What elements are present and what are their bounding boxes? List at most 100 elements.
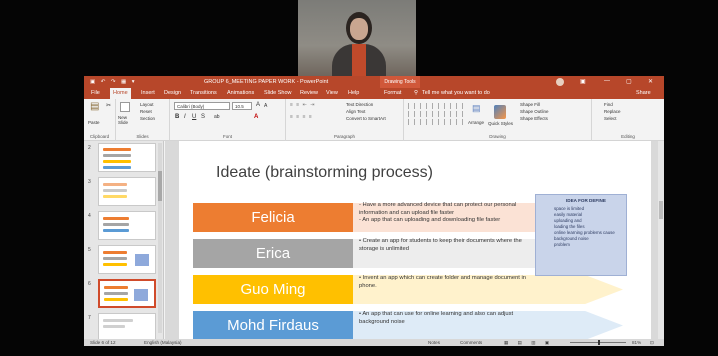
cut-icon[interactable]: ✂ — [106, 102, 111, 109]
quick-access-toolbar[interactable]: ▣ ↶ ↷ ▦ ▾ — [90, 79, 136, 85]
idea-for-define-callout[interactable]: IDEA FOR DEFINE space is limited easily … — [535, 194, 627, 276]
fit-slide-icon[interactable]: ⊡ — [650, 340, 654, 346]
slide-scrollbar[interactable] — [658, 141, 664, 339]
tab-design[interactable]: Design — [164, 90, 181, 96]
tab-animations[interactable]: Animations — [227, 90, 254, 96]
shape-fill-button[interactable]: Shape Fill — [520, 102, 540, 107]
shape-outline-button[interactable]: Shape Outline — [520, 109, 549, 114]
text-direction-button[interactable]: Text Direction — [346, 102, 373, 107]
highlight-button[interactable]: ab — [214, 114, 220, 120]
tell-me-input[interactable]: Tell me what you want to do — [422, 90, 490, 96]
idea-line: • Invent an app which can create folder … — [359, 275, 527, 281]
thumbnail-slide-2[interactable]: 2 — [88, 143, 162, 173]
align-text-button[interactable]: Align Text — [346, 109, 365, 114]
quick-styles-icon[interactable] — [494, 105, 506, 119]
thumbnail-number: 2 — [88, 145, 91, 151]
slide-title[interactable]: Ideate (brainstorming process) — [216, 164, 433, 182]
zoom-slider[interactable] — [570, 340, 626, 345]
strikethrough-button[interactable]: S — [201, 114, 205, 120]
list-buttons-icon[interactable]: ≡ ≡ ⇤ ⇥ — [290, 102, 315, 108]
layout-button[interactable]: Layout — [140, 102, 154, 107]
thumbnail-image[interactable] — [98, 211, 156, 240]
font-name-select[interactable]: Calibri (Body) — [174, 102, 230, 110]
maximize-icon[interactable]: ▢ — [626, 78, 632, 85]
arrange-icon[interactable]: ▤ — [472, 103, 481, 114]
close-icon[interactable]: ✕ — [648, 78, 653, 85]
felicia-name-box[interactable]: Felicia — [193, 203, 353, 232]
tab-view[interactable]: View — [326, 90, 338, 96]
share-button[interactable]: Share — [636, 90, 651, 96]
thumbnail-image[interactable] — [98, 245, 156, 274]
slide-thumbnails-pane: 2 3 4 5 6 7 — [84, 141, 164, 339]
new-slide-button[interactable]: New Slide — [118, 115, 138, 125]
clipboard-group: ▤ Paste ✂ Clipboard — [84, 99, 116, 141]
reset-button[interactable]: Reset — [140, 109, 152, 114]
new-slide-icon[interactable] — [120, 102, 130, 112]
find-button[interactable]: Find — [604, 102, 613, 107]
underline-button[interactable]: U — [192, 114, 196, 120]
shapes-gallery-icon[interactable] — [408, 103, 464, 109]
tab-review[interactable]: Review — [300, 90, 318, 96]
thumbnail-number: 4 — [88, 213, 91, 219]
convert-smartart-button[interactable]: Convert to SmartArt — [346, 116, 386, 121]
tab-transitions[interactable]: Transitions — [190, 90, 217, 96]
minimize-icon[interactable]: — — [604, 78, 610, 84]
guo-ming-name-box[interactable]: Guo Ming — [193, 275, 353, 304]
paste-button[interactable]: Paste — [88, 120, 100, 125]
paste-icon[interactable]: ▤ — [90, 101, 99, 112]
tab-file[interactable]: File — [91, 90, 100, 96]
select-button[interactable]: Select — [604, 116, 617, 121]
quick-styles-button[interactable]: Quick Styles — [488, 121, 514, 126]
notes-button[interactable]: Notes — [428, 340, 440, 345]
section-button[interactable]: Section — [140, 116, 155, 121]
idea-line: information and can upload file faster — [359, 209, 455, 216]
powerpoint-window: ▣ ↶ ↷ ▦ ▾ GROUP 6_MEETING PAPER WORK - P… — [84, 76, 664, 346]
shape-effects-button[interactable]: Shape Effects — [520, 116, 548, 121]
user-avatar-icon[interactable] — [556, 78, 564, 86]
replace-button[interactable]: Replace — [604, 109, 621, 114]
italic-button[interactable]: I — [184, 114, 186, 120]
tab-help[interactable]: Help — [348, 90, 359, 96]
thumbnail-image[interactable] — [98, 177, 156, 206]
felicia-ideas[interactable]: - Have a more advanced device that can p… — [359, 202, 516, 225]
mohd-firdaus-ideas[interactable]: • An app that can use for online learnin… — [359, 311, 513, 326]
thumbnail-image-selected[interactable] — [98, 279, 156, 308]
zoom-level[interactable]: 81% — [632, 340, 641, 345]
bold-button[interactable]: B — [175, 114, 179, 120]
shapes-gallery-row-icon[interactable] — [408, 119, 464, 125]
tab-format[interactable]: Format — [384, 90, 401, 96]
erica-name-box[interactable]: Erica — [193, 239, 353, 268]
thumbnail-slide-6[interactable]: 6 — [88, 279, 162, 309]
thumbnails-scrollbar[interactable] — [158, 143, 162, 333]
font-size-select[interactable]: 10.5 — [232, 102, 252, 110]
mohd-firdaus-name-box[interactable]: Mohd Firdaus — [193, 311, 353, 339]
grow-font-button[interactable]: A — [256, 102, 260, 108]
shrink-font-button[interactable]: A — [264, 103, 267, 109]
guo-ming-ideas[interactable]: • Invent an app which can create folder … — [359, 275, 526, 290]
idea-line: storage is unlimited — [359, 245, 409, 252]
thumbnail-image[interactable] — [98, 313, 156, 339]
font-label: Font — [222, 134, 232, 139]
thumbnail-slide-7[interactable]: 7 — [88, 313, 162, 339]
slide[interactable]: Ideate (brainstorming process) Felicia -… — [179, 141, 651, 339]
comments-button[interactable]: Comments — [460, 340, 482, 345]
tab-slide-show[interactable]: Slide Show — [264, 90, 292, 96]
view-buttons-icon[interactable]: ▦ ▤ ▥ ▣ — [504, 340, 553, 346]
font-color-button[interactable]: A — [254, 114, 258, 120]
thumbnail-slide-5[interactable]: 5 — [88, 245, 162, 275]
shapes-gallery-row-icon[interactable] — [408, 111, 464, 117]
language-indicator[interactable]: English (Malaysia) — [144, 340, 182, 345]
tab-insert[interactable]: Insert — [141, 90, 155, 96]
align-buttons-icon[interactable]: ≡ ≡ ≡ ≡ — [290, 114, 313, 120]
thumbnail-slide-3[interactable]: 3 — [88, 177, 162, 207]
callout-heading: IDEA FOR DEFINE — [566, 198, 606, 203]
thumbnail-image[interactable] — [98, 143, 156, 172]
paragraph-label: Paragraph — [333, 134, 355, 139]
tab-home[interactable]: Home — [110, 88, 131, 99]
ribbon-display-icon[interactable]: ▣ — [580, 78, 586, 85]
screen-share-view: ▣ ↶ ↷ ▦ ▾ GROUP 6_MEETING PAPER WORK - P… — [0, 0, 718, 356]
idea-line: phone. — [359, 282, 377, 289]
arrange-button[interactable]: Arrange — [468, 120, 484, 125]
thumbnail-slide-4[interactable]: 4 — [88, 211, 162, 241]
erica-ideas[interactable]: • Create an app for students to keep the… — [359, 238, 522, 253]
